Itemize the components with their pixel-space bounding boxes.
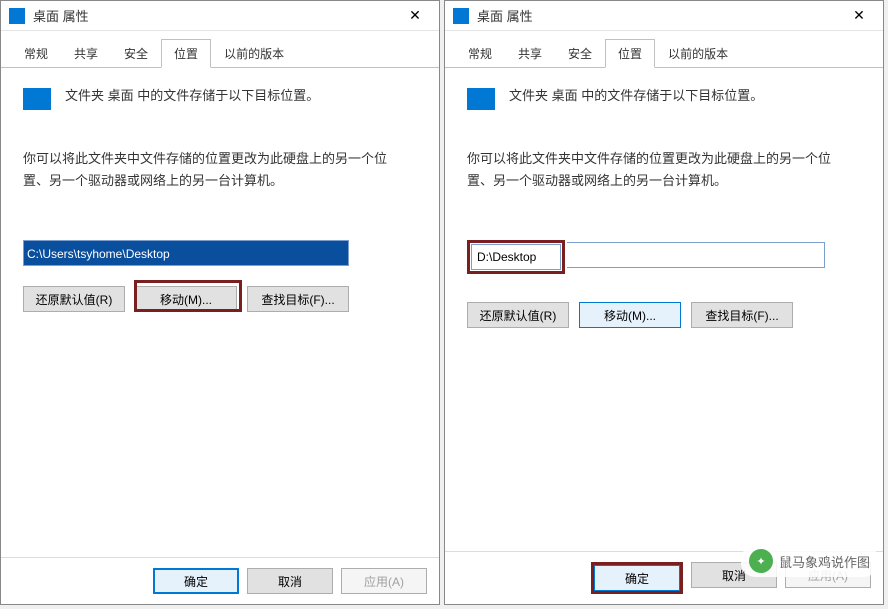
restore-defaults-button[interactable]: 还原默认值(R): [467, 302, 569, 328]
tab-sharing[interactable]: 共享: [61, 39, 111, 67]
storage-info: 文件夹 桌面 中的文件存储于以下目标位置。: [65, 86, 319, 106]
close-button[interactable]: ✕: [399, 2, 431, 30]
tab-previous[interactable]: 以前的版本: [655, 39, 741, 67]
tab-security[interactable]: 安全: [111, 39, 161, 67]
window-title: 桌面 属性: [33, 6, 399, 25]
tab-location[interactable]: 位置: [605, 39, 655, 68]
path-input-extend[interactable]: [567, 242, 825, 268]
move-button[interactable]: 移动(M)...: [579, 302, 681, 328]
properties-dialog-right: 桌面 属性 ✕ 常规 共享 安全 位置 以前的版本 文件夹 桌面 中的文件存储于…: [444, 0, 884, 605]
properties-dialog-left: 桌面 属性 ✕ 常规 共享 安全 位置 以前的版本 文件夹 桌面 中的文件存储于…: [0, 0, 440, 605]
tab-security[interactable]: 安全: [555, 39, 605, 67]
folder-icon: [467, 88, 495, 110]
window-icon: [453, 8, 469, 24]
wechat-icon: ✦: [749, 549, 773, 573]
ok-button[interactable]: 确定: [153, 568, 239, 594]
restore-defaults-button[interactable]: 还原默认值(R): [23, 286, 125, 312]
tab-content: 文件夹 桌面 中的文件存储于以下目标位置。 你可以将此文件夹中文件存储的位置更改…: [445, 68, 883, 551]
path-input[interactable]: [471, 244, 561, 270]
tab-bar: 常规 共享 安全 位置 以前的版本: [445, 31, 883, 68]
find-target-button[interactable]: 查找目标(F)...: [691, 302, 793, 328]
cancel-button[interactable]: 取消: [247, 568, 333, 594]
find-target-button[interactable]: 查找目标(F)...: [247, 286, 349, 312]
ok-button[interactable]: 确定: [594, 565, 680, 591]
tab-content: 文件夹 桌面 中的文件存储于以下目标位置。 你可以将此文件夹中文件存储的位置更改…: [1, 68, 439, 557]
titlebar: 桌面 属性 ✕: [1, 1, 439, 31]
folder-icon: [23, 88, 51, 110]
dialog-footer: 确定 取消 应用(A): [1, 557, 439, 604]
tab-sharing[interactable]: 共享: [505, 39, 555, 67]
window-title: 桌面 属性: [477, 6, 843, 25]
watermark: ✦ 鼠马象鸡说作图: [741, 545, 878, 577]
storage-info: 文件夹 桌面 中的文件存储于以下目标位置。: [509, 86, 763, 106]
description-text: 你可以将此文件夹中文件存储的位置更改为此硬盘上的另一个位置、另一个驱动器或网络上…: [23, 148, 417, 192]
apply-button[interactable]: 应用(A): [341, 568, 427, 594]
description-text: 你可以将此文件夹中文件存储的位置更改为此硬盘上的另一个位置、另一个驱动器或网络上…: [467, 148, 861, 192]
titlebar: 桌面 属性 ✕: [445, 1, 883, 31]
tab-general[interactable]: 常规: [455, 39, 505, 67]
close-button[interactable]: ✕: [843, 2, 875, 30]
move-button[interactable]: 移动(M)...: [135, 286, 237, 312]
path-input[interactable]: C:\Users\tsyhome\Desktop: [23, 240, 349, 266]
tab-general[interactable]: 常规: [11, 39, 61, 67]
window-icon: [9, 8, 25, 24]
watermark-text: 鼠马象鸡说作图: [779, 552, 870, 571]
tab-bar: 常规 共享 安全 位置 以前的版本: [1, 31, 439, 68]
tab-previous[interactable]: 以前的版本: [211, 39, 297, 67]
tab-location[interactable]: 位置: [161, 39, 211, 68]
